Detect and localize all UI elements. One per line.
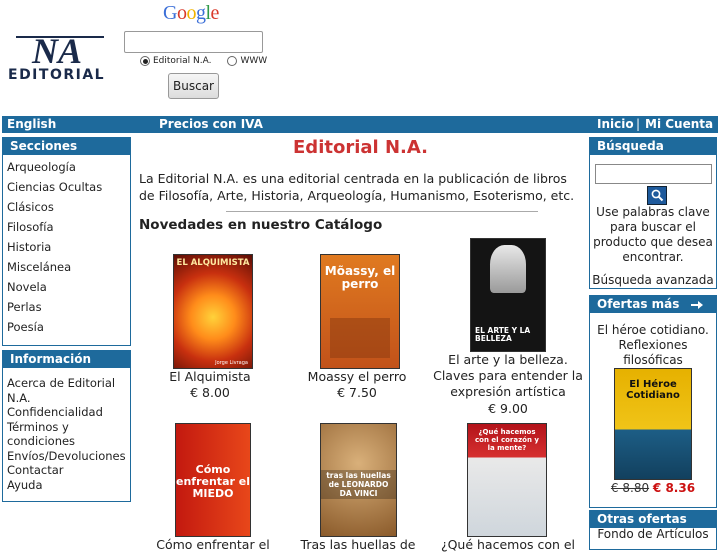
inicio-link[interactable]: Inicio xyxy=(597,117,634,131)
product-name[interactable]: Moassy el perro xyxy=(297,369,417,385)
radio-www[interactable] xyxy=(227,56,238,66)
book-cover-alquimista[interactable]: EL ALQUIMISTA Jorge Livraga xyxy=(173,254,253,369)
book-cover-corazon[interactable]: ¿Qué hacemos con el corazón y la mente? xyxy=(467,423,547,537)
info-link[interactable]: Envíos/Devoluciones xyxy=(7,449,126,464)
secciones-title: Secciones xyxy=(3,138,130,155)
product-name[interactable]: Cómo enfrentar el xyxy=(135,537,291,553)
search-scope-options: Editorial N.A. WWW xyxy=(140,56,267,66)
section-link[interactable]: Filosofía xyxy=(7,217,126,237)
prices-link[interactable]: Precios con IVA xyxy=(159,117,263,131)
cover-title: EL ALQUIMISTA xyxy=(176,258,250,268)
page-title: Editorial N.A. xyxy=(293,137,428,158)
product-name[interactable]: ¿Qué hacemos con el xyxy=(432,537,584,553)
ofertas-title[interactable]: Ofertas más xyxy=(597,297,679,311)
radio-www-label: WWW xyxy=(240,56,268,66)
advanced-search-link[interactable]: Búsqueda avanzada xyxy=(591,273,715,288)
section-link[interactable]: Perlas xyxy=(7,297,126,317)
cover-statue xyxy=(490,245,526,293)
intro-text: La Editorial N.A. es una editorial centr… xyxy=(139,171,575,203)
info-link[interactable]: Términos y condiciones xyxy=(7,420,126,449)
sale-price: € 8.36 xyxy=(652,481,696,495)
product-price: € 7.50 xyxy=(337,385,377,400)
product-price: € 8.00 xyxy=(190,385,230,400)
secciones-box: Secciones Arqueología Ciencias Ocultas C… xyxy=(2,137,131,346)
info-link[interactable]: Ayuda xyxy=(7,478,126,493)
otras-ofertas-text[interactable]: Fondo de Artículos xyxy=(591,527,715,542)
mi-cuenta-link[interactable]: Mi Cuenta xyxy=(645,117,713,131)
keyword-search-input[interactable] xyxy=(595,164,712,184)
section-link[interactable]: Poesía xyxy=(7,317,126,337)
divider xyxy=(226,211,538,212)
top-nav-bar: English Precios con IVA Inicio | Mi Cuen… xyxy=(2,116,718,133)
editorial-logo[interactable]: NA EDITORIAL xyxy=(4,29,114,85)
ofertas-header: Ofertas más xyxy=(590,296,716,313)
product-price: € 9.00 xyxy=(488,401,528,416)
buscar-button[interactable]: Buscar xyxy=(168,73,219,99)
radio-editorial-label: Editorial N.A. xyxy=(153,56,212,66)
google-logo: Google xyxy=(163,2,219,24)
english-link[interactable]: English xyxy=(7,117,56,131)
info-link[interactable]: Confidencialidad xyxy=(7,405,126,420)
google-search-input[interactable] xyxy=(124,31,263,53)
search-help-text: Use palabras clave para buscar el produc… xyxy=(593,205,713,264)
old-price: € 8.80 xyxy=(610,481,650,495)
book-cover-arte-belleza[interactable]: EL ARTE Y LA BELLEZA xyxy=(470,238,546,352)
radio-editorial[interactable] xyxy=(140,56,150,66)
section-link[interactable]: Novela xyxy=(7,277,126,297)
section-link[interactable]: Clásicos xyxy=(7,197,126,217)
arrow-right-icon[interactable] xyxy=(690,300,704,310)
informacion-box: Información Acerca de Editorial N.A. Con… xyxy=(2,350,131,502)
cover-title: tras las huellas de LEONARDO DA VINCI xyxy=(321,470,396,499)
cover-title: Cómo enfrentar el MIEDO xyxy=(176,463,250,500)
informacion-title: Información xyxy=(3,351,130,368)
magnifier-icon xyxy=(651,189,663,202)
section-link[interactable]: Ciencias Ocultas xyxy=(7,177,126,197)
product-name[interactable]: El arte y la belleza. Claves para entend… xyxy=(432,352,584,400)
novedades-heading: Novedades en nuestro Catálogo xyxy=(139,217,383,233)
busqueda-title: Búsqueda xyxy=(590,138,716,155)
cover-author: Jorge Livraga xyxy=(215,360,248,366)
product-name[interactable]: El Alquimista xyxy=(150,369,270,385)
book-cover-miedo[interactable]: Cómo enfrentar el MIEDO xyxy=(175,423,251,537)
search-submit-button[interactable] xyxy=(647,186,667,205)
cover-title: El Héroe Cotidiano xyxy=(626,379,680,401)
section-link[interactable]: Miscelánea xyxy=(7,257,126,277)
cover-title: ¿Qué hacemos con el corazón y la mente? xyxy=(475,428,539,452)
book-cover-moassy[interactable]: Mõassy, el perro xyxy=(320,254,400,369)
cover-title: EL ARTE Y LA BELLEZA xyxy=(475,326,531,343)
cover-title: Mõassy, el perro xyxy=(324,264,396,291)
section-link[interactable]: Historia xyxy=(7,237,126,257)
book-cover-heroe[interactable]: El Héroe Cotidiano xyxy=(614,368,692,480)
book-cover-leonardo[interactable]: tras las huellas de LEONARDO DA VINCI xyxy=(320,423,397,537)
info-link[interactable]: Acerca de Editorial N.A. xyxy=(7,376,126,405)
product-name[interactable]: Tras las huellas de xyxy=(290,537,426,553)
section-link[interactable]: Arqueología xyxy=(7,157,126,177)
cover-illustration xyxy=(330,318,390,358)
info-link[interactable]: Contactar xyxy=(7,463,126,478)
oferta-product-name[interactable]: El héroe cotidiano. Reflexiones filosófi… xyxy=(591,323,715,368)
oferta-price: € 8.80 € 8.36 xyxy=(591,481,715,496)
nav-separator: | xyxy=(636,117,641,131)
otras-ofertas-title[interactable]: Otras ofertas xyxy=(590,511,716,528)
logo-text: EDITORIAL xyxy=(8,67,106,83)
